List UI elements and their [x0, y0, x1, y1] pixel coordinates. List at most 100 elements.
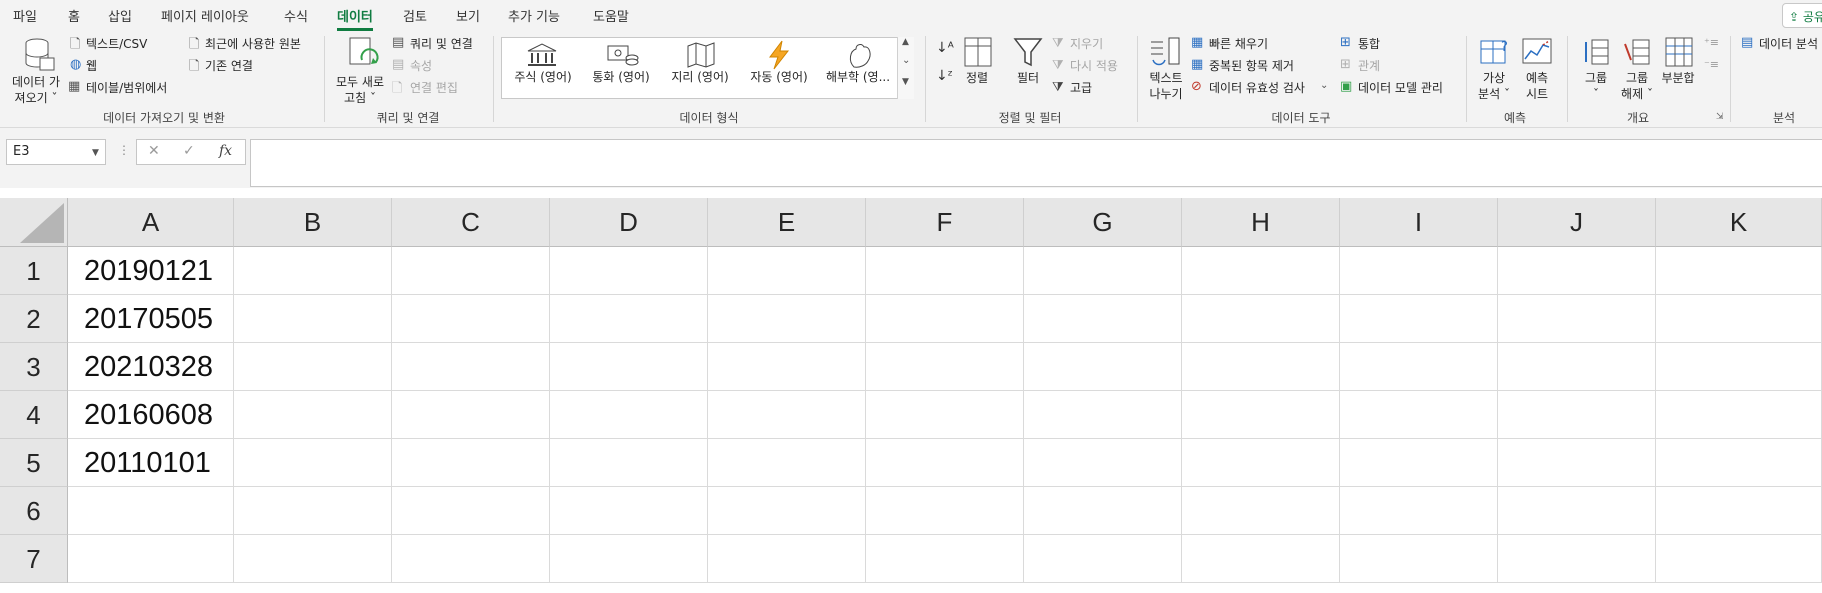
- cell-h4[interactable]: [1182, 391, 1340, 439]
- row-header[interactable]: 6: [0, 487, 68, 535]
- cell-i4[interactable]: [1340, 391, 1498, 439]
- cell-k5[interactable]: [1656, 439, 1822, 487]
- tab-formulas[interactable]: 수식: [284, 6, 308, 25]
- cell-j3[interactable]: [1498, 343, 1656, 391]
- cell-k2[interactable]: [1656, 295, 1822, 343]
- column-header[interactable]: D: [550, 198, 708, 247]
- tab-home[interactable]: 홈: [68, 6, 80, 25]
- cell-g4[interactable]: [1024, 391, 1182, 439]
- cell-a1[interactable]: 20190121: [68, 247, 234, 295]
- row-header[interactable]: 3: [0, 343, 68, 391]
- ungroup-button-line2[interactable]: 해제 ˇ: [1621, 86, 1653, 102]
- sort-asc-icon[interactable]: ↓ᴬ: [936, 40, 954, 56]
- chevron-down-icon[interactable]: ⌄: [1320, 80, 1328, 91]
- cell-a6[interactable]: [68, 487, 234, 535]
- tab-addins[interactable]: 추가 기능: [508, 6, 560, 25]
- column-header[interactable]: I: [1340, 198, 1498, 247]
- sort-desc-icon[interactable]: ↓ᶻ: [936, 68, 953, 84]
- cell-a5[interactable]: 20110101: [68, 439, 234, 487]
- row-header[interactable]: 1: [0, 247, 68, 295]
- cell-g3[interactable]: [1024, 343, 1182, 391]
- data-analysis-button[interactable]: 데이터 분석: [1759, 36, 1818, 52]
- tab-file[interactable]: 파일: [13, 6, 37, 25]
- cell-h6[interactable]: [1182, 487, 1340, 535]
- cell-i7[interactable]: [1340, 535, 1498, 583]
- cell-a2[interactable]: 20170505: [68, 295, 234, 343]
- cell-k6[interactable]: [1656, 487, 1822, 535]
- relationships-button[interactable]: 관계: [1358, 58, 1380, 74]
- cell-d5[interactable]: [550, 439, 708, 487]
- group-button-line2[interactable]: ˇ: [1593, 86, 1599, 102]
- cell-c5[interactable]: [392, 439, 550, 487]
- tab-page-layout[interactable]: 페이지 레이아웃: [161, 6, 249, 25]
- cell-b2[interactable]: [234, 295, 392, 343]
- cell-c2[interactable]: [392, 295, 550, 343]
- cell-f1[interactable]: [866, 247, 1024, 295]
- row-header[interactable]: 4: [0, 391, 68, 439]
- column-header[interactable]: A: [68, 198, 234, 247]
- reapply-button[interactable]: 다시 적용: [1070, 58, 1118, 74]
- manage-data-model-button[interactable]: 데이터 모델 관리: [1358, 80, 1443, 96]
- column-header[interactable]: C: [392, 198, 550, 247]
- cell-c1[interactable]: [392, 247, 550, 295]
- cell-i3[interactable]: [1340, 343, 1498, 391]
- formula-input[interactable]: [250, 139, 1822, 187]
- data-validation-button[interactable]: 데이터 유효성 검사: [1209, 80, 1305, 96]
- get-data-button-line2[interactable]: 져오기 ˇ: [15, 90, 58, 106]
- cell-d3[interactable]: [550, 343, 708, 391]
- column-header[interactable]: J: [1498, 198, 1656, 247]
- cell-h7[interactable]: [1182, 535, 1340, 583]
- select-all-button[interactable]: [0, 198, 68, 247]
- cell-e7[interactable]: [708, 535, 866, 583]
- cell-d2[interactable]: [550, 295, 708, 343]
- column-header[interactable]: B: [234, 198, 392, 247]
- cell-e3[interactable]: [708, 343, 866, 391]
- get-data-button[interactable]: 데이터 가: [12, 74, 60, 90]
- cell-i1[interactable]: [1340, 247, 1498, 295]
- text-to-columns-button-line2[interactable]: 나누기: [1149, 86, 1182, 102]
- recent-sources-button[interactable]: 최근에 사용한 원본: [205, 36, 301, 52]
- row-header[interactable]: 5: [0, 439, 68, 487]
- flash-fill-button[interactable]: 빠른 채우기: [1209, 36, 1268, 52]
- text-csv-button[interactable]: 텍스트/CSV: [86, 36, 147, 52]
- cell-h3[interactable]: [1182, 343, 1340, 391]
- cell-i6[interactable]: [1340, 487, 1498, 535]
- insert-function-icon[interactable]: fx: [219, 143, 232, 159]
- cell-d6[interactable]: [550, 487, 708, 535]
- cell-k1[interactable]: [1656, 247, 1822, 295]
- cell-b3[interactable]: [234, 343, 392, 391]
- cell-f2[interactable]: [866, 295, 1024, 343]
- tab-data[interactable]: 데이터: [337, 6, 373, 31]
- cell-g6[interactable]: [1024, 487, 1182, 535]
- remove-duplicates-button[interactable]: 중복된 항목 제거: [1209, 58, 1294, 74]
- tab-review[interactable]: 검토: [403, 6, 427, 25]
- cell-g2[interactable]: [1024, 295, 1182, 343]
- share-button[interactable]: ⇪ 공유: [1782, 3, 1822, 28]
- row-header[interactable]: 2: [0, 295, 68, 343]
- show-detail-icon[interactable]: ⁺≡: [1704, 36, 1719, 49]
- cell-f3[interactable]: [866, 343, 1024, 391]
- sort-button[interactable]: 정렬: [966, 70, 988, 86]
- clear-button[interactable]: 지우기: [1070, 36, 1103, 52]
- cell-g5[interactable]: [1024, 439, 1182, 487]
- cell-f4[interactable]: [866, 391, 1024, 439]
- cell-e4[interactable]: [708, 391, 866, 439]
- cell-j7[interactable]: [1498, 535, 1656, 583]
- cell-h2[interactable]: [1182, 295, 1340, 343]
- cancel-icon[interactable]: ✕: [148, 143, 160, 159]
- cell-f6[interactable]: [866, 487, 1024, 535]
- cell-j2[interactable]: [1498, 295, 1656, 343]
- gallery-scrollbar[interactable]: ▲ ⌄ ▼: [897, 37, 914, 99]
- tab-insert[interactable]: 삽입: [108, 6, 132, 25]
- cell-e1[interactable]: [708, 247, 866, 295]
- cell-k3[interactable]: [1656, 343, 1822, 391]
- group-button[interactable]: 그룹: [1585, 70, 1607, 86]
- queries-connections-button[interactable]: 쿼리 및 연결: [410, 36, 473, 52]
- chevron-down-icon[interactable]: ⌄: [902, 55, 910, 66]
- cell-j1[interactable]: [1498, 247, 1656, 295]
- enter-icon[interactable]: ✓: [183, 143, 195, 159]
- data-type-currency[interactable]: 통화 (영어): [592, 68, 649, 85]
- data-type-stocks[interactable]: 주식 (영어): [514, 68, 571, 85]
- gallery-more-icon[interactable]: ▼: [902, 77, 909, 87]
- cell-i2[interactable]: [1340, 295, 1498, 343]
